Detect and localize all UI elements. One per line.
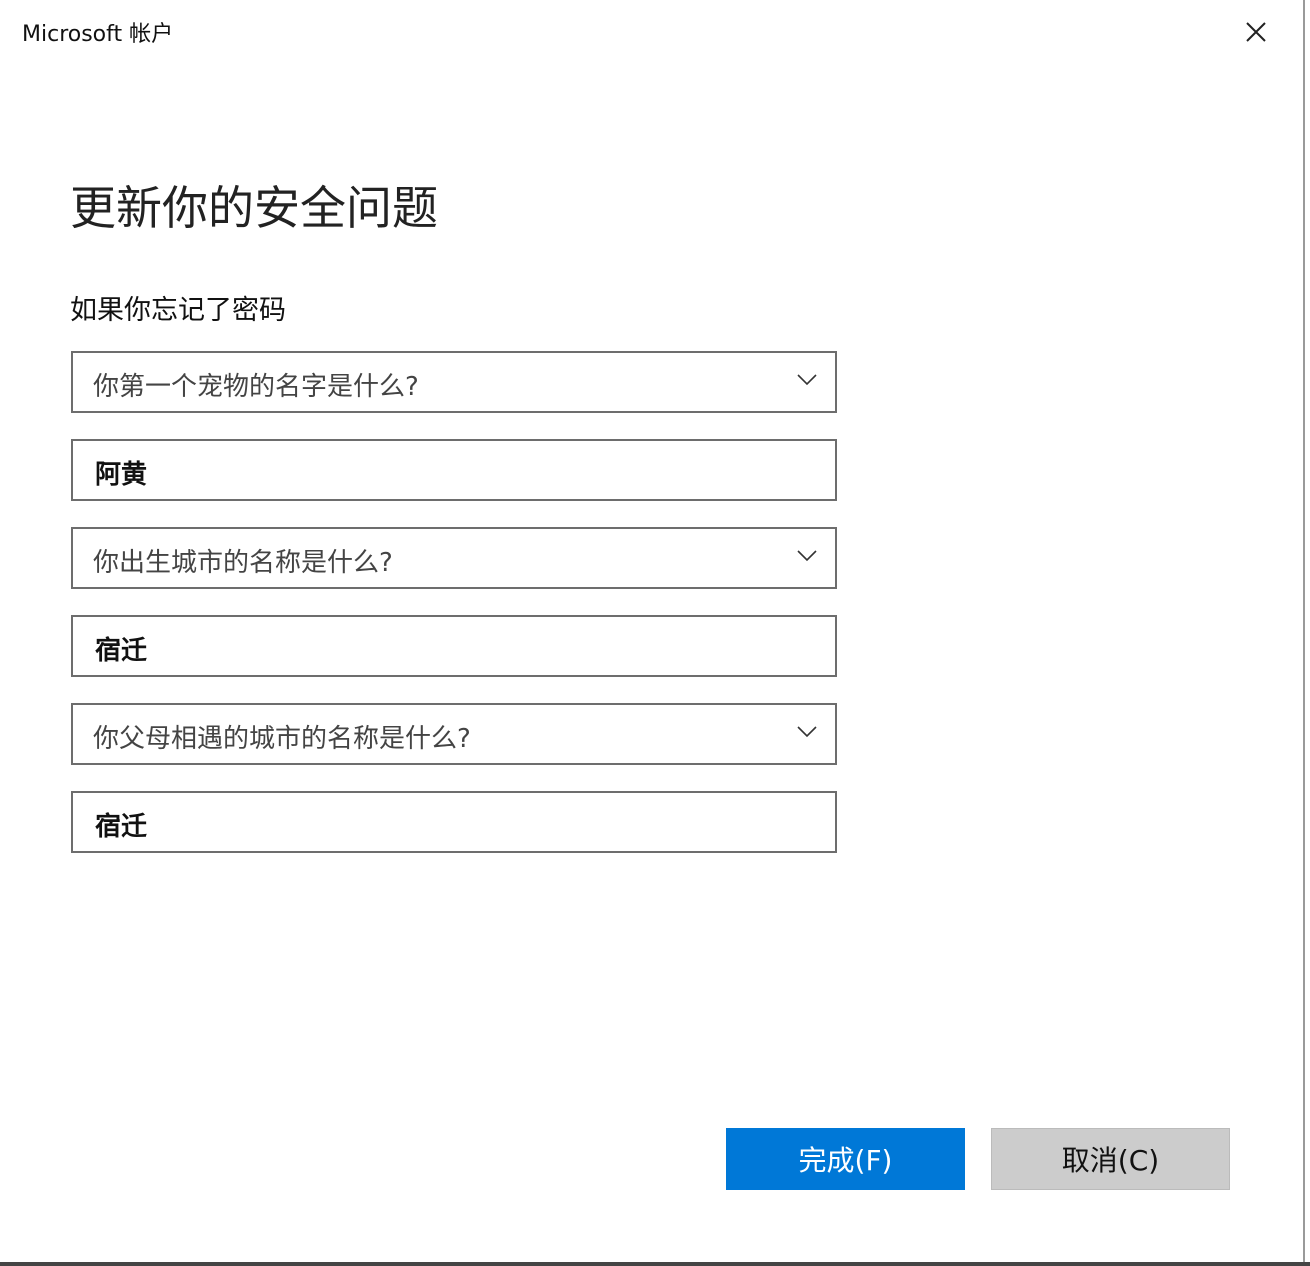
window-title: Microsoft 帐户 [22, 16, 173, 48]
dialog-window: Microsoft 帐户 更新你的安全问题 如果你忘记了密码 你第一个宠物的名字… [0, 0, 1305, 1262]
chevron-down-icon [797, 725, 817, 739]
taskbar-edge [0, 1262, 1310, 1266]
question-2-text: 你出生城市的名称是什么? [93, 542, 393, 579]
question-1-text: 你第一个宠物的名字是什么? [93, 366, 419, 403]
question-2-dropdown[interactable]: 你出生城市的名称是什么? [71, 527, 837, 589]
close-button[interactable] [1238, 14, 1274, 50]
page-title: 更新你的安全问题 [70, 172, 438, 238]
answer-3-value: 宿迁 [95, 806, 147, 843]
answer-3-input[interactable]: 宿迁 [71, 791, 837, 853]
answer-2-value: 宿迁 [95, 630, 147, 667]
done-button[interactable]: 完成(F) [726, 1128, 965, 1190]
cancel-button[interactable]: 取消(C) [991, 1128, 1230, 1190]
close-icon [1238, 14, 1274, 50]
chevron-down-icon [797, 549, 817, 563]
answer-1-value: 阿黄 [95, 454, 147, 491]
chevron-down-icon [797, 373, 817, 387]
section-subtitle: 如果你忘记了密码 [70, 288, 286, 327]
question-3-dropdown[interactable]: 你父母相遇的城市的名称是什么? [71, 703, 837, 765]
answer-2-input[interactable]: 宿迁 [71, 615, 837, 677]
answer-1-input[interactable]: 阿黄 [71, 439, 837, 501]
question-3-text: 你父母相遇的城市的名称是什么? [93, 718, 471, 755]
question-1-dropdown[interactable]: 你第一个宠物的名字是什么? [71, 351, 837, 413]
